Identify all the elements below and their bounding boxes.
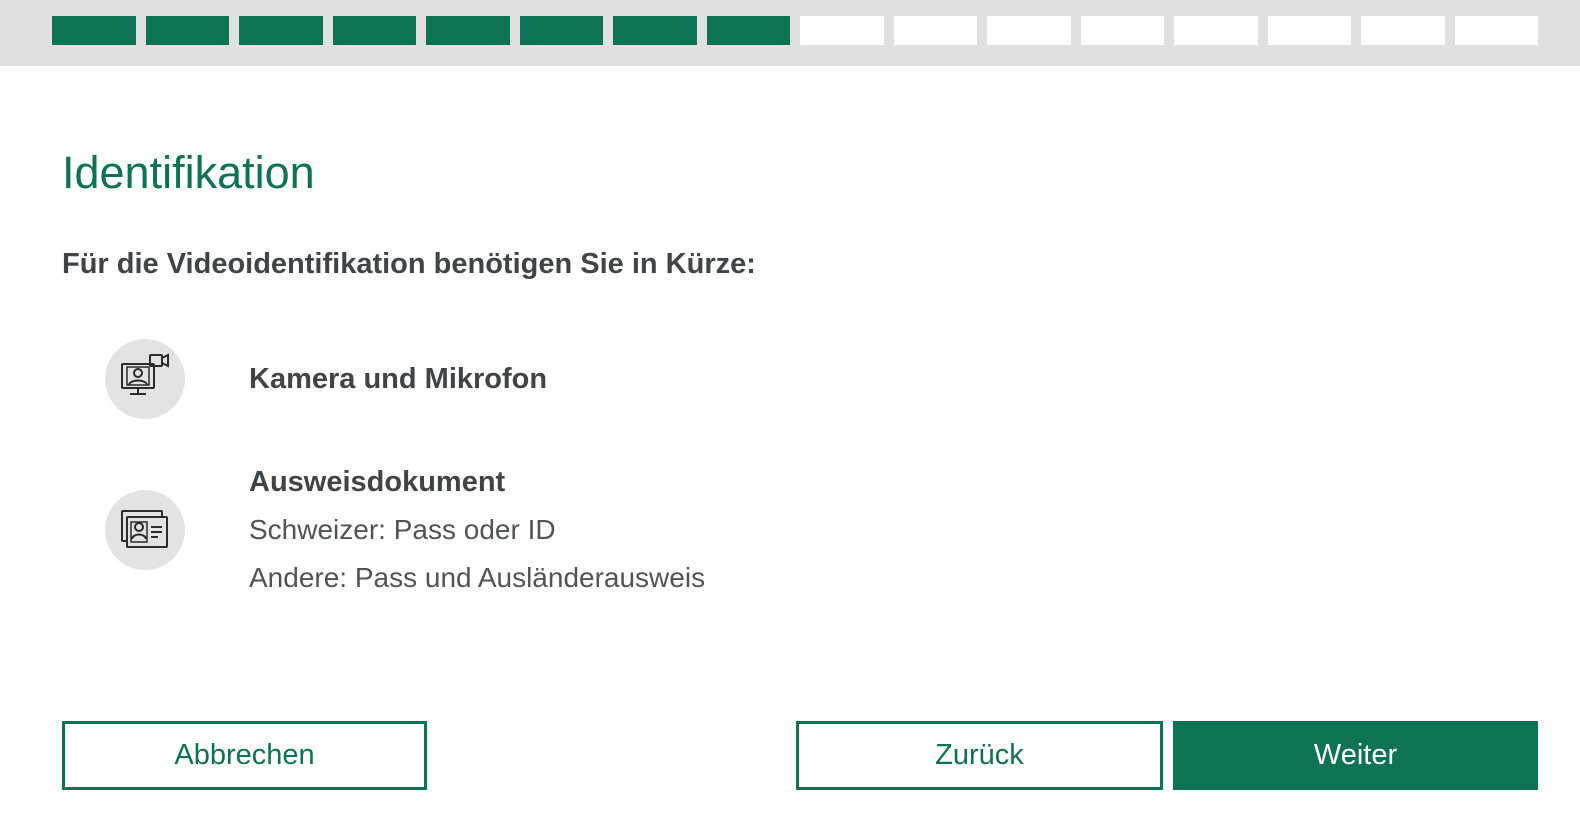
progress-step-completed [613, 16, 697, 45]
progress-step-completed [52, 16, 136, 45]
progress-step-pending [893, 16, 977, 45]
progress-bar [0, 0, 1580, 66]
requirement-camera: Kamera und Mikrofon [249, 361, 547, 397]
progress-step-pending [1080, 16, 1164, 45]
progress-step-pending [1361, 16, 1445, 45]
progress-segments [52, 16, 1538, 45]
progress-step-completed [519, 16, 603, 45]
progress-step-pending [1267, 16, 1351, 45]
progress-step-pending [1454, 16, 1538, 45]
requirement-id-document: Ausweisdokument Schweizer: Pass oder ID … [249, 464, 705, 596]
progress-step-completed [706, 16, 790, 45]
progress-step-pending [800, 16, 884, 45]
requirement-detail-others: Andere: Pass und Ausländerausweis [249, 562, 706, 593]
page-title: Identifikation [62, 147, 315, 198]
progress-step-completed [426, 16, 510, 45]
id-document-icon [105, 490, 185, 570]
requirement-title: Kamera und Mikrofon [249, 363, 548, 395]
intro-text: Für die Videoidentifikation benötigen Si… [62, 248, 756, 280]
video-call-icon [105, 339, 185, 419]
cancel-button[interactable]: Abbrechen [62, 721, 427, 790]
progress-step-pending [987, 16, 1071, 45]
progress-step-pending [1174, 16, 1258, 45]
back-button[interactable]: Zurück [796, 721, 1163, 790]
requirement-detail-swiss: Schweizer: Pass oder ID [249, 514, 556, 545]
next-button[interactable]: Weiter [1173, 721, 1538, 790]
progress-step-completed [239, 16, 323, 45]
requirement-title: Ausweisdokument [249, 466, 506, 498]
progress-step-completed [332, 16, 416, 45]
progress-step-completed [145, 16, 229, 45]
